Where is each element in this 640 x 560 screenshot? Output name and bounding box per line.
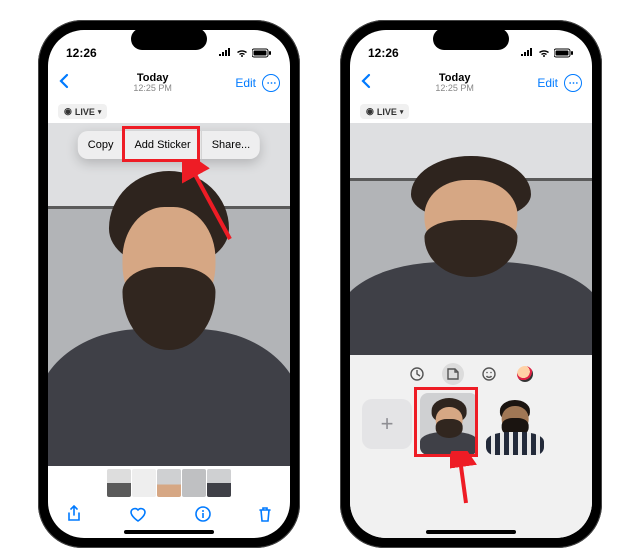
nav-subtitle: 12:25 PM bbox=[133, 84, 172, 94]
signal-icon bbox=[218, 48, 232, 58]
nav-title-group: Today 12:25 PM bbox=[133, 72, 172, 94]
iphone-mockup-right: 12:26 Today 12:25 PM Edit ⋯ ◉ LIVE ▾ bbox=[340, 20, 602, 548]
tab-emoji[interactable] bbox=[478, 363, 500, 385]
sticker-item-2[interactable] bbox=[486, 393, 544, 455]
info-button[interactable] bbox=[195, 506, 211, 527]
edit-button[interactable]: Edit bbox=[235, 76, 256, 90]
iphone-mockup-left: 12:26 Today 12:25 PM Edit ⋯ ◉ LIVE ▾ bbox=[38, 20, 300, 548]
dynamic-island bbox=[433, 28, 509, 50]
back-button[interactable] bbox=[58, 73, 70, 94]
nav-bar: Today 12:25 PM Edit ⋯ bbox=[48, 66, 290, 100]
more-button[interactable]: ⋯ bbox=[564, 74, 582, 92]
live-icon: ◉ bbox=[366, 106, 374, 117]
chevron-down-icon: ▾ bbox=[98, 108, 102, 116]
sticker-item-1[interactable] bbox=[420, 393, 478, 455]
dynamic-island bbox=[131, 28, 207, 50]
context-menu: Copy Add Sticker Share... bbox=[78, 131, 260, 159]
screen: 12:26 Today 12:25 PM Edit ⋯ ◉ LIVE ▾ bbox=[350, 30, 592, 538]
plus-icon: + bbox=[381, 411, 394, 437]
battery-icon bbox=[554, 48, 574, 58]
smiley-icon bbox=[482, 367, 496, 381]
home-indicator[interactable] bbox=[426, 530, 516, 534]
chevron-left-icon bbox=[58, 73, 70, 89]
delete-button[interactable] bbox=[258, 506, 272, 527]
thumbnail-strip[interactable] bbox=[48, 466, 290, 500]
favorite-button[interactable] bbox=[129, 506, 147, 527]
context-menu-copy[interactable]: Copy bbox=[78, 131, 125, 159]
context-menu-share[interactable]: Share... bbox=[202, 131, 261, 159]
live-badge[interactable]: ◉ LIVE ▾ bbox=[360, 104, 409, 119]
status-time: 12:26 bbox=[66, 46, 97, 60]
wifi-icon bbox=[537, 48, 551, 58]
sticker-drawer: + bbox=[350, 355, 592, 538]
photo-content: Copy Add Sticker Share... bbox=[48, 123, 290, 466]
home-indicator[interactable] bbox=[124, 530, 214, 534]
thumbnail[interactable] bbox=[157, 469, 181, 497]
photo-content bbox=[350, 123, 592, 355]
status-time: 12:26 bbox=[368, 46, 399, 60]
sticker-icon bbox=[446, 367, 460, 381]
signal-icon bbox=[520, 48, 534, 58]
annotation-arrow bbox=[450, 451, 490, 509]
wifi-icon bbox=[235, 48, 249, 58]
context-menu-add-sticker[interactable]: Add Sticker bbox=[124, 131, 201, 159]
drawer-tabs bbox=[358, 363, 584, 385]
chevron-left-icon bbox=[360, 73, 372, 89]
thumbnail[interactable] bbox=[132, 469, 156, 497]
thumbnail[interactable] bbox=[207, 469, 231, 497]
memoji-icon bbox=[517, 366, 533, 382]
live-icon: ◉ bbox=[64, 106, 72, 117]
edit-button[interactable]: Edit bbox=[537, 76, 558, 90]
nav-subtitle: 12:25 PM bbox=[435, 84, 474, 94]
nav-title-group: Today 12:25 PM bbox=[435, 72, 474, 94]
live-badge[interactable]: ◉ LIVE ▾ bbox=[58, 104, 107, 119]
status-indicators bbox=[218, 48, 272, 58]
thumbnail[interactable] bbox=[107, 469, 131, 497]
back-button[interactable] bbox=[360, 73, 372, 94]
status-indicators bbox=[520, 48, 574, 58]
thumbnail[interactable] bbox=[182, 469, 206, 497]
nav-bar: Today 12:25 PM Edit ⋯ bbox=[350, 66, 592, 100]
tab-stickers[interactable] bbox=[442, 363, 464, 385]
clock-icon bbox=[410, 367, 424, 381]
screen: 12:26 Today 12:25 PM Edit ⋯ ◉ LIVE ▾ bbox=[48, 30, 290, 538]
more-button[interactable]: ⋯ bbox=[262, 74, 280, 92]
battery-icon bbox=[252, 48, 272, 58]
tab-recents[interactable] bbox=[406, 363, 428, 385]
sticker-row: + bbox=[358, 393, 584, 455]
photo-viewer[interactable]: + bbox=[350, 123, 592, 538]
photo-viewer[interactable]: Copy Add Sticker Share... bbox=[48, 123, 290, 466]
share-button[interactable] bbox=[66, 505, 82, 528]
tab-memoji[interactable] bbox=[514, 363, 536, 385]
chevron-down-icon: ▾ bbox=[400, 108, 404, 116]
add-sticker-button[interactable]: + bbox=[362, 399, 412, 449]
